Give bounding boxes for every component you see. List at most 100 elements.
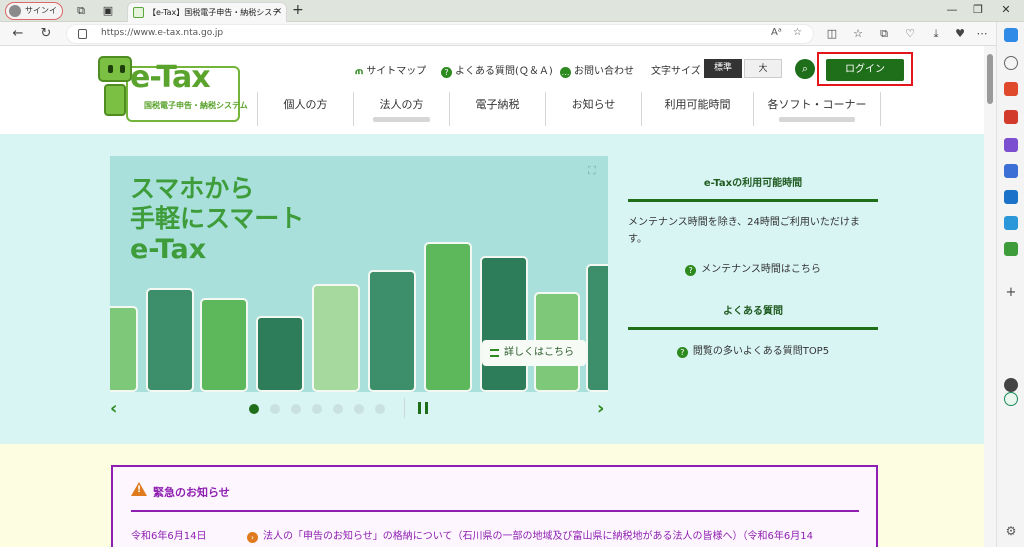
url-field[interactable]: https://www.e-tax.nta.go.jp Aᵃ ☆ (66, 24, 814, 44)
address-bar-row: ← ↻ https://www.e-tax.nta.go.jp Aᵃ ☆ ◫ ☆… (0, 22, 1024, 46)
search-icon[interactable]: ⌕ (795, 59, 815, 79)
profile-avatar-icon (9, 5, 21, 17)
sidebar-close-icon[interactable] (1004, 378, 1018, 392)
more-menu-icon[interactable]: ⋯ (974, 27, 990, 40)
etax-logo[interactable]: e-Tax 国税電子申告・納税システム (88, 54, 248, 124)
faq-title: よくある質問 (628, 302, 878, 330)
expand-icon[interactable]: ⛶ (588, 164, 596, 178)
page-content: e-Tax 国税電子申告・納税システム ጠ サイトマップ ? よくある質問(Ｑ＆Ａ)… (0, 46, 984, 547)
new-tab-icon[interactable]: + (292, 2, 304, 18)
phone-illustration (200, 298, 248, 392)
notice-title: ! 緊急のお知らせ (131, 482, 230, 500)
nav-hours[interactable]: 利用可能時間 (641, 92, 753, 126)
hours-text: メンテナンス時間を除き、24時間ご利用いただけます。 (628, 217, 860, 245)
nav-corporation[interactable]: 法人の方 (353, 92, 449, 126)
faq-top5-link[interactable]: ? 閲覧の多いよくある質問TOP5 (628, 342, 878, 358)
read-aloud-icon[interactable]: Aᵃ (771, 27, 782, 38)
font-size-large-button[interactable]: 大 (744, 59, 782, 78)
shopping-icon[interactable] (1004, 82, 1018, 96)
emergency-notice: ! 緊急のお知らせ 令和6年6月14日 › 法人の「申告のお知らせ」の格納について… (111, 465, 878, 547)
collections-icon[interactable]: ⧉ (876, 27, 892, 41)
mascot-body (104, 84, 126, 116)
list-icon (490, 349, 499, 357)
m365-icon[interactable] (1004, 164, 1018, 178)
carousel-dot-6[interactable] (354, 404, 364, 414)
hero-heading: スマホから 手軽にスマート (130, 174, 305, 233)
carousel-dot-7[interactable] (375, 404, 385, 414)
scroll-thumb[interactable] (987, 54, 993, 104)
site-header: e-Tax 国税電子申告・納税システム ጠ サイトマップ ? よくある質問(Ｑ＆Ａ)… (0, 46, 984, 134)
hero-section: スマホから 手軽にスマート e-Tax ⛶ 詳しくはこちら ‹ › e-Taxの… (0, 134, 984, 444)
carousel-prev-icon[interactable]: ‹ (110, 398, 117, 419)
util-link-contact[interactable]: … お問い合わせ (560, 62, 634, 78)
tab-close-icon[interactable]: ✕ (274, 3, 282, 22)
active-tab[interactable]: 【e-Tax】国税電子申告・納税システ ✕ (127, 2, 287, 22)
question-icon: ? (441, 67, 452, 78)
nav-e-payment[interactable]: 電子納税 (449, 92, 545, 126)
browser-essentials-icon[interactable]: ♥ (952, 27, 968, 40)
workspaces-icon[interactable]: ⧉ (74, 4, 88, 18)
phone-illustration (586, 264, 608, 392)
carousel-divider (404, 398, 405, 418)
edge-sidebar: + ⚙ (996, 22, 1024, 547)
font-size-standard-button[interactable]: 標準 (704, 59, 742, 78)
profile-button[interactable]: サインイン (5, 2, 63, 30)
lock-icon (78, 29, 87, 39)
sidebar-settings-icon[interactable]: ⚙ (1004, 524, 1018, 538)
nav-software[interactable]: 各ソフト・コーナー (753, 92, 881, 126)
carousel-dot-4[interactable] (312, 404, 322, 414)
carousel-dot-5[interactable] (333, 404, 343, 414)
logo-subtitle: 国税電子申告・納税システム (144, 101, 248, 110)
edge-e-icon[interactable] (1004, 392, 1018, 406)
extensions-icon[interactable]: ♡ (902, 27, 918, 40)
back-icon[interactable]: ← (10, 26, 26, 42)
question-icon: ? (676, 347, 688, 358)
phone-illustration (480, 256, 528, 392)
favorite-star-icon[interactable]: ☆ (793, 27, 802, 38)
login-button[interactable]: ログイン (826, 59, 904, 81)
nav-individual[interactable]: 個人の方 (257, 92, 353, 126)
carousel-dot-2[interactable] (270, 404, 280, 414)
favorites-icon[interactable]: ☆ (850, 27, 866, 40)
carousel-dot-1[interactable] (249, 404, 259, 414)
util-link-sitemap[interactable]: ጠ サイトマップ (355, 62, 426, 77)
maintenance-link[interactable]: ? メンテナンス時間はこちら (628, 260, 878, 276)
carousel-next-icon[interactable]: › (597, 398, 604, 419)
outlook-icon[interactable] (1004, 190, 1018, 204)
tab-actions-icon[interactable]: ▣ (101, 4, 115, 18)
phone-illustration (110, 306, 138, 392)
games-icon[interactable] (1004, 138, 1018, 152)
designer-icon[interactable] (1004, 216, 1018, 230)
notice-divider (131, 510, 859, 512)
pause-icon[interactable] (418, 402, 428, 414)
chat-icon: … (560, 67, 571, 78)
browser-tab-bar: サインイン ⧉ ▣ 【e-Tax】国税電子申告・納税システ ✕ + — ❐ ✕ (0, 0, 1024, 30)
notice-link[interactable]: › 法人の「申告のお知らせ」の格納について（石川県の一部の地域及び富山県に納税地が… (247, 527, 813, 543)
minimize-icon[interactable]: — (942, 3, 962, 16)
phone-illustration (424, 242, 472, 392)
util-link-faq[interactable]: ? よくある質問(Ｑ＆Ａ) (441, 62, 553, 78)
sidebar-search-icon[interactable] (1004, 56, 1018, 70)
page-scrollbar[interactable] (984, 46, 996, 547)
split-screen-icon[interactable]: ◫ (824, 27, 840, 40)
mascot-icon (98, 56, 132, 82)
refresh-icon[interactable]: ↻ (38, 26, 54, 42)
add-sidebar-app-icon[interactable]: + (1004, 286, 1018, 300)
hero-banner[interactable]: スマホから 手軽にスマート e-Tax ⛶ 詳しくはこちら (110, 156, 608, 392)
tab-title: 【e-Tax】国税電子申告・納税システ (148, 8, 281, 17)
tree-icon[interactable] (1004, 242, 1018, 256)
downloads-icon[interactable]: ⤓ (928, 27, 944, 41)
carousel-dot-3[interactable] (291, 404, 301, 414)
detail-button[interactable]: 詳しくはこちら (482, 340, 586, 366)
copilot-icon[interactable] (1004, 28, 1018, 42)
url-text: https://www.e-tax.nta.go.jp (101, 28, 224, 38)
font-size-label: 文字サイズ (651, 66, 701, 77)
phone-illustration (312, 284, 360, 392)
restore-icon[interactable]: ❐ (968, 3, 988, 16)
window-close-icon[interactable]: ✕ (996, 3, 1016, 16)
tools-icon[interactable] (1004, 110, 1018, 124)
phone-illustration (146, 288, 194, 392)
notice-date: 令和6年6月14日 (131, 531, 207, 542)
nav-news[interactable]: お知らせ (545, 92, 641, 126)
arrow-right-icon: › (247, 532, 258, 543)
